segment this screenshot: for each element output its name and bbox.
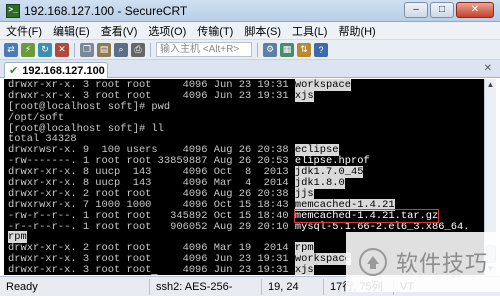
- status-cursor-position: 19, 24: [262, 278, 324, 295]
- map-icon[interactable]: ▦: [280, 42, 294, 57]
- scroll-up-icon[interactable]: ▲: [485, 79, 496, 91]
- window-controls: – □ ✕: [404, 2, 494, 18]
- watermark-logo-icon: [358, 248, 387, 276]
- file-name: mysql-5.1.66-2.el6_3.x86_64.: [294, 220, 470, 233]
- terminal-line: [root@localhost soft]# ll: [8, 123, 484, 135]
- connected-check-icon: ✔: [9, 65, 19, 77]
- status-session-cipher: ssh2: AES-256-CTR: [150, 278, 262, 295]
- settings-icon[interactable]: ⚙: [263, 42, 277, 57]
- menu-script[interactable]: 脚本(S): [244, 23, 281, 39]
- toolbar: ⇄ ⚡ ↻ ✕ ❐ ▤ ⌕ ⎙ 输入主机 <Alt+R> ⚙ ▦ ⇅ ?: [0, 40, 500, 60]
- menu-file[interactable]: 文件(F): [6, 23, 42, 39]
- reconnect-icon[interactable]: ↻: [38, 42, 52, 57]
- connect-icon[interactable]: ⇄: [4, 42, 18, 57]
- print-icon[interactable]: ⎙: [131, 42, 145, 57]
- close-window-button[interactable]: ✕: [456, 2, 494, 18]
- menu-bar: 文件(F) 编辑(E) 查看(V) 选项(O) 传输(T) 脚本(S) 工具(L…: [0, 22, 500, 40]
- menu-view[interactable]: 查看(V): [101, 23, 138, 39]
- copy-icon[interactable]: ❐: [80, 42, 94, 57]
- terminal-line-text: drwxr-xr-x. 3 root root 4096 Jun 23 19:3…: [8, 264, 295, 275]
- minimize-button[interactable]: –: [404, 2, 428, 18]
- close-tab-icon[interactable]: ✕: [484, 63, 492, 74]
- terminal-line-text: -r--r--r--. 1 root root 906052 Aug 29 20…: [8, 220, 295, 233]
- toolbar-separator: [257, 42, 258, 57]
- sftp-icon[interactable]: ⇅: [297, 42, 311, 57]
- toolbar-separator: [150, 42, 151, 57]
- window-title: 192.168.127.100 - SecureCRT: [24, 3, 188, 18]
- tab-session-192-168-127-100[interactable]: ✔ 192.168.127.100: [4, 62, 108, 78]
- securecrt-app-icon: >_: [6, 3, 20, 18]
- menu-edit[interactable]: 编辑(E): [53, 23, 90, 39]
- host-input[interactable]: 输入主机 <Alt+R>: [156, 42, 252, 57]
- find-icon[interactable]: ⌕: [114, 42, 128, 57]
- toolbar-separator: [74, 42, 75, 57]
- menu-help[interactable]: 帮助(H): [338, 23, 375, 39]
- maximize-button[interactable]: □: [430, 2, 454, 18]
- disconnect-icon[interactable]: ✕: [55, 42, 69, 57]
- title-bar: >_ 192.168.127.100 - SecureCRT – □ ✕: [0, 0, 500, 22]
- session-tab-strip: ✔ 192.168.127.100: [0, 60, 500, 78]
- paste-icon[interactable]: ▤: [97, 42, 111, 57]
- watermark-text: 软件技巧: [395, 252, 488, 277]
- menu-options[interactable]: 选项(O): [148, 23, 186, 39]
- directory-name: xjs: [294, 264, 314, 275]
- menu-tools[interactable]: 工具(L): [292, 23, 327, 39]
- terminal-line: -r--r--r--. 1 root root 906052 Aug 29 20…: [8, 220, 484, 233]
- watermark: 软件技巧: [346, 232, 500, 292]
- tab-label: 192.168.127.100: [22, 64, 105, 77]
- quick-connect-icon[interactable]: ⚡: [21, 42, 35, 57]
- directory-name: memcached-1.4.21: [294, 198, 395, 211]
- directory-name: xjs: [294, 89, 314, 102]
- help-icon[interactable]: ?: [314, 42, 328, 57]
- status-ready: Ready: [0, 278, 150, 295]
- menu-transfer[interactable]: 传输(T): [197, 23, 233, 39]
- terminal-line: [root@localhost soft]# pwd: [8, 101, 484, 113]
